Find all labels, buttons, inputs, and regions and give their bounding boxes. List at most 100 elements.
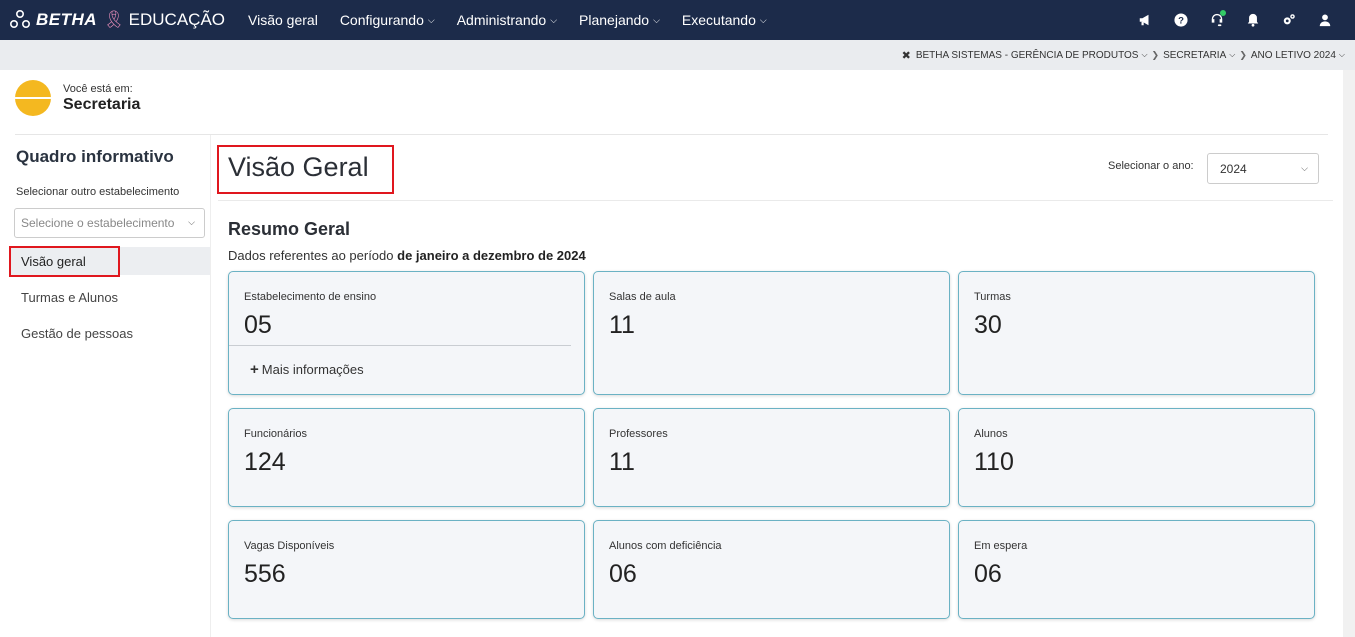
card-alunos: Alunos 110 (958, 408, 1315, 507)
sidebar: Quadro informativo Selecionar outro esta… (0, 135, 211, 637)
card-value: 11 (609, 448, 635, 476)
more-info-label: Mais informações (261, 362, 364, 377)
card-label: Salas de aula (609, 291, 676, 303)
card-value: 06 (974, 560, 1002, 588)
context-year-label: ANO LETIVO 2024 (1250, 49, 1336, 61)
sidebar-item-visao-geral[interactable]: Visão geral (10, 247, 211, 275)
establishment-select-label: Selecionar outro estabelecimento (16, 186, 180, 198)
sidebar-item-turmas-alunos[interactable]: Turmas e Alunos (10, 283, 211, 311)
year-select-value: 2024 (1220, 161, 1247, 176)
nav-label: Configurando (339, 12, 424, 28)
card-value: 05 (244, 311, 272, 339)
brand-name: BETHA (36, 10, 98, 29)
card-value: 110 (974, 448, 1014, 476)
card-label: Professores (609, 428, 668, 440)
card-label: Em espera (974, 540, 1028, 552)
headset-icon[interactable] (1199, 0, 1235, 40)
card-value: 30 (974, 311, 1002, 339)
nav-label: Planejando (579, 12, 650, 28)
chevron-down-icon: ⌵ (188, 217, 195, 227)
nav-configurando[interactable]: Configurando ⌵ (329, 0, 446, 40)
context-bar: ✖ BETHA SISTEMAS - GERÊNCIA DE PRODUTOS ⌵… (0, 40, 1355, 70)
context-unit-label: SECRETARIA (1163, 49, 1227, 61)
gears-icon[interactable] (1271, 0, 1307, 40)
more-info-link[interactable]: + Mais informações (250, 361, 364, 378)
card-em-espera: Em espera 06 (958, 520, 1315, 619)
bell-icon[interactable] (1235, 0, 1271, 40)
card-vagas-disponiveis: Vagas Disponíveis 556 (228, 520, 585, 619)
divider (218, 200, 1333, 201)
sidebar-item-label: Turmas e Alunos (21, 289, 119, 305)
page-scrollbar[interactable] (1343, 70, 1355, 637)
card-turmas: Turmas 30 (958, 271, 1315, 395)
card-value: 556 (244, 560, 286, 588)
user-icon[interactable] (1307, 0, 1343, 40)
year-select[interactable]: 2024 ⌵ (1207, 153, 1319, 184)
card-label: Turmas (974, 291, 1011, 303)
megaphone-icon[interactable] (1127, 0, 1163, 40)
card-professores: Professores 11 (593, 408, 950, 507)
sidebar-item-gestao-pessoas[interactable]: Gestão de pessoas (10, 319, 211, 347)
location-name: Secretaria (63, 95, 141, 113)
chevron-down-icon: ⌵ (1229, 50, 1236, 59)
card-label: Estabelecimento de ensino (244, 291, 377, 303)
sidebar-item-label: Visão geral (21, 253, 86, 269)
online-status-dot (1220, 10, 1226, 16)
year-select-label: Selecionar o ano: (1108, 160, 1194, 172)
context-unit[interactable]: SECRETARIA ⌵ (1163, 50, 1235, 61)
nav-administrando[interactable]: Administrando ⌵ (446, 0, 568, 40)
location-label: Você está em: (63, 82, 133, 95)
app-logo[interactable]: BETHA 🎗 EDUCAÇÃO (0, 0, 225, 40)
period-prefix: Dados referentes ao período (228, 248, 394, 263)
period-range: de janeiro a dezembro de 2024 (397, 248, 586, 263)
context-year[interactable]: ANO LETIVO 2024 ⌵ (1251, 50, 1345, 61)
chevron-down-icon: ⌵ (550, 14, 558, 25)
nav-label: Administrando (456, 12, 547, 28)
chevron-down-icon: ⌵ (1338, 50, 1345, 59)
svg-text:?: ? (1178, 16, 1184, 27)
main-nav: Visão geral Configurando ⌵ Administrando ⌵… (237, 0, 778, 40)
sidebar-title: Quadro informativo (16, 147, 174, 166)
period-description: Dados referentes ao período de janeiro a… (228, 248, 586, 263)
nav-executando[interactable]: Executando ⌵ (671, 0, 778, 40)
chevron-down-icon: ⌵ (653, 14, 660, 25)
card-label: Alunos (974, 428, 1008, 440)
card-alunos-deficiencia: Alunos com deficiência 06 (593, 520, 950, 619)
nav-visao-geral[interactable]: Visão geral (237, 0, 329, 40)
sidebar-item-label: Gestão de pessoas (21, 325, 134, 341)
nav-label: Visão geral (248, 12, 318, 28)
vertical-divider (210, 135, 211, 637)
establishment-select[interactable]: Selecione o estabelecimento ⌵ (14, 208, 205, 238)
card-divider (229, 345, 571, 346)
card-value: 124 (244, 448, 286, 476)
card-label: Vagas Disponíveis (244, 540, 335, 552)
ribbon-icon: 🎗 (103, 10, 125, 29)
card-value: 06 (609, 560, 637, 588)
page-title: Visão Geral (228, 152, 369, 182)
betha-logo-icon (9, 9, 31, 29)
card-salas-de-aula: Salas de aula 11 (593, 271, 950, 395)
section-title: Resumo Geral (228, 219, 351, 239)
chevron-down-icon: ⌵ (1301, 163, 1308, 173)
card-estabelecimentos: Estabelecimento de ensino 05 + Mais info… (228, 271, 585, 395)
plus-icon: + (250, 361, 259, 378)
nav-planejando[interactable]: Planejando ⌵ (568, 0, 671, 40)
card-label: Alunos com deficiência (609, 540, 722, 552)
nav-label: Executando (681, 12, 756, 28)
help-icon[interactable]: ? (1163, 0, 1199, 40)
product-name: EDUCAÇÃO (128, 10, 226, 29)
top-icons: ? (1127, 0, 1355, 40)
chevron-right-icon: ❯ (1239, 49, 1247, 60)
card-label: Funcionários (244, 428, 307, 440)
location-avatar (15, 80, 51, 116)
chevron-down-icon: ⌵ (427, 14, 435, 25)
context-entity[interactable]: BETHA SISTEMAS - GERÊNCIA DE PRODUTOS ⌵ (916, 50, 1148, 61)
establishment-select-placeholder: Selecione o estabelecimento (21, 216, 175, 230)
close-context-icon[interactable]: ✖ (902, 49, 911, 62)
context-entity-label: BETHA SISTEMAS - GERÊNCIA DE PRODUTOS (915, 49, 1139, 61)
card-value: 11 (609, 311, 635, 339)
current-location: Você está em: Secretaria (15, 80, 140, 116)
chevron-right-icon: ❯ (1151, 49, 1160, 60)
divider (15, 134, 1328, 135)
top-navbar: BETHA 🎗 EDUCAÇÃO Visão geral Configurand… (0, 0, 1355, 40)
